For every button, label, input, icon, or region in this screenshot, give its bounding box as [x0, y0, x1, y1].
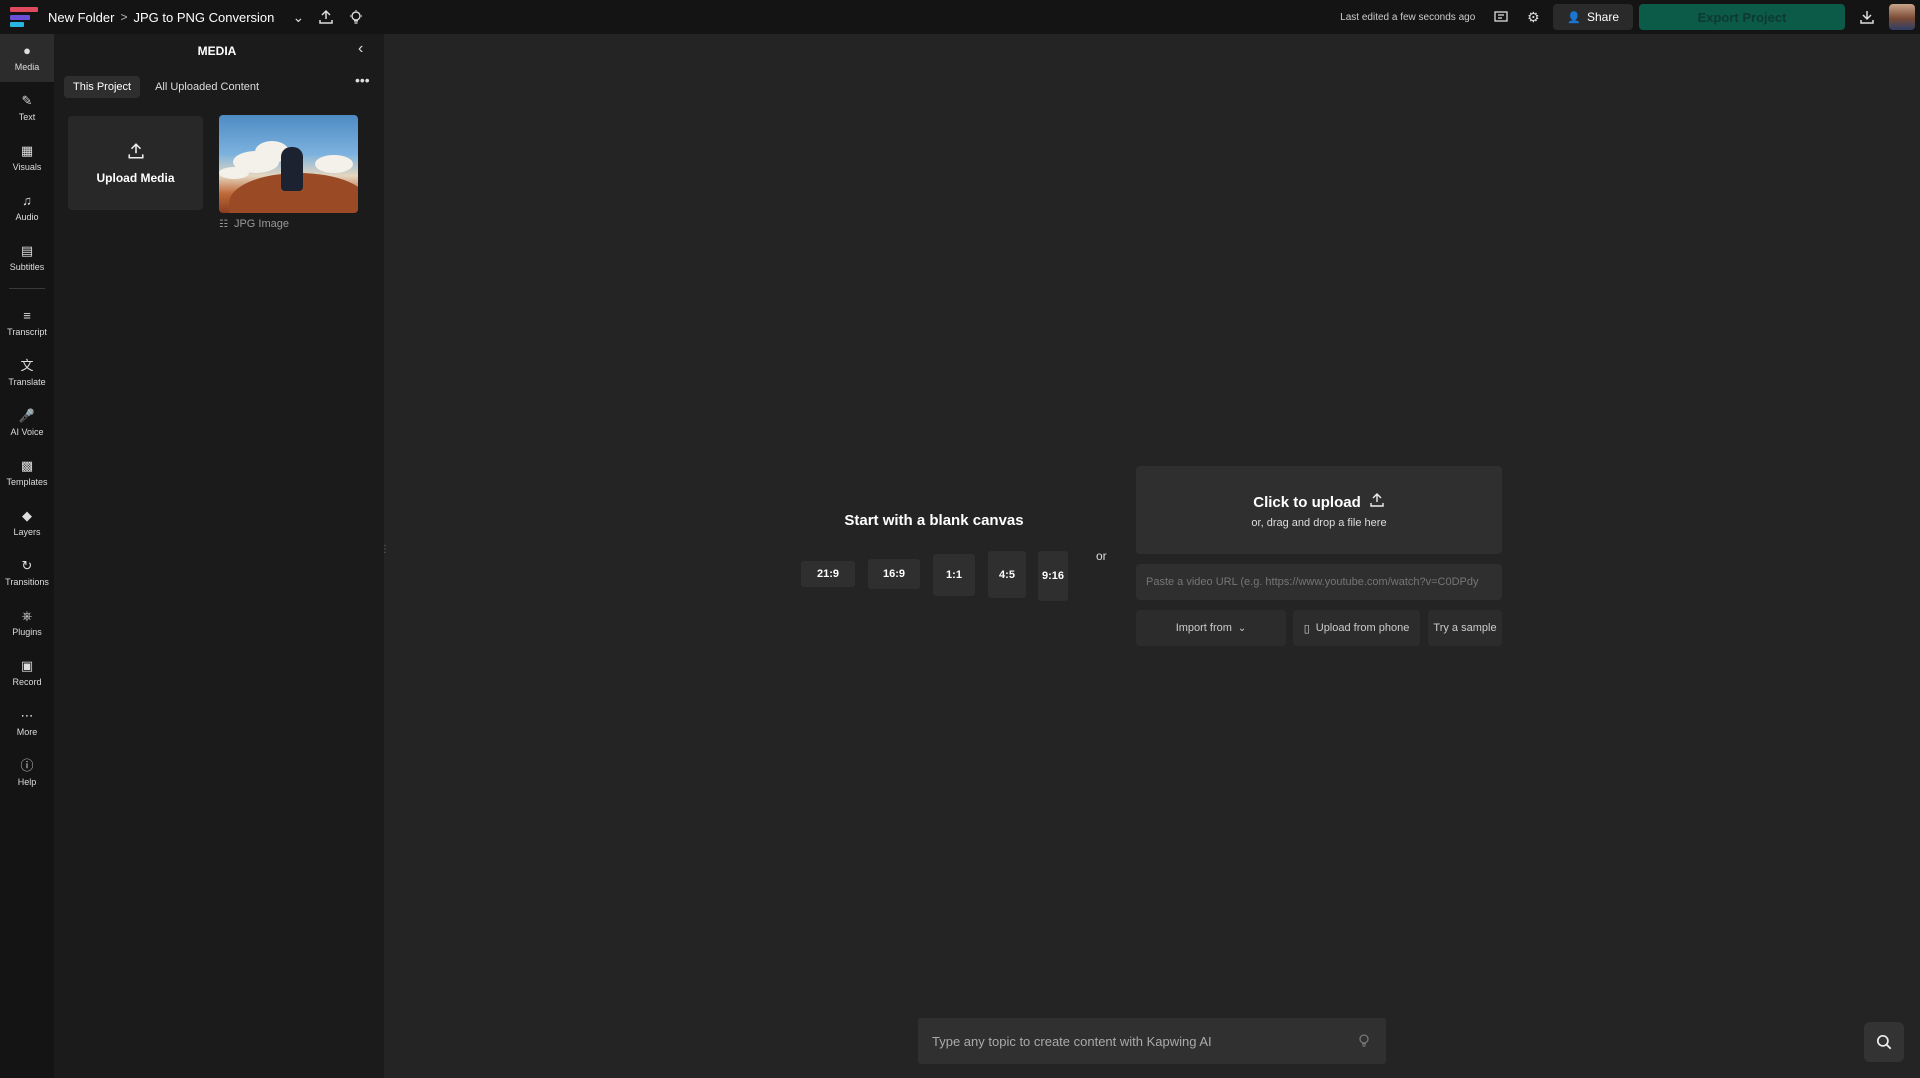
rail-item-record[interactable]: ▣ Record: [0, 649, 54, 697]
lightbulb-icon[interactable]: [344, 5, 368, 29]
text-icon: ✎: [21, 93, 33, 108]
upload-from-phone-label: Upload from phone: [1315, 622, 1410, 634]
file-icon: ☷: [219, 218, 228, 230]
upload-title-row: Click to upload: [1253, 492, 1385, 513]
translate-icon: 文: [20, 358, 34, 373]
media-icon: ●: [23, 43, 31, 58]
share-button[interactable]: 👤 Share: [1553, 4, 1633, 30]
rail-item-subtitles[interactable]: ▤ Subtitles: [0, 234, 54, 282]
transcript-icon: ≡: [23, 308, 31, 323]
upload-media-label: Upload Media: [96, 170, 175, 185]
rail-item-audio[interactable]: ♫ Audio: [0, 184, 54, 232]
subtitles-icon: ▤: [20, 243, 34, 258]
download-icon[interactable]: [1855, 5, 1879, 29]
last-edited-status: Last edited a few seconds ago: [1340, 11, 1476, 23]
ai-voice-icon: 🎤: [18, 408, 36, 423]
rail-item-translate[interactable]: 文 Translate: [0, 349, 54, 397]
upload-icon[interactable]: [314, 5, 338, 29]
chevron-down-icon: ⌄: [1237, 622, 1247, 634]
share-label: Share: [1586, 10, 1619, 24]
media-tabs: This Project All Uploaded Content: [64, 76, 268, 98]
upload-icon: [1369, 492, 1385, 513]
upload-media-button[interactable]: Upload Media: [68, 116, 203, 210]
visuals-icon: ▦: [20, 143, 34, 158]
project-name[interactable]: JPG to PNG Conversion: [133, 10, 274, 25]
panel-title: MEDIA: [197, 44, 237, 58]
breadcrumb-folder[interactable]: New Folder: [48, 10, 114, 25]
rail-item-ai-voice[interactable]: 🎤 AI Voice: [0, 399, 54, 447]
canvas-area: [386, 34, 1920, 1078]
comments-icon[interactable]: [1489, 5, 1513, 29]
media-item-caption: ☷ JPG Image: [219, 218, 289, 230]
user-avatar[interactable]: [1889, 4, 1915, 30]
record-icon: ▣: [20, 658, 34, 673]
collapse-panel-icon[interactable]: ‹: [358, 40, 363, 58]
media-thumbnail[interactable]: [219, 115, 358, 213]
upload-title: Click to upload: [1253, 493, 1361, 511]
upload-icon: [127, 142, 145, 165]
help-icon: ⓘ: [20, 758, 34, 773]
breadcrumb-separator: >: [120, 10, 128, 24]
phone-icon: ▯: [1303, 622, 1310, 635]
media-item-label: JPG Image: [233, 218, 289, 230]
ratio-16-9-button[interactable]: 16:9: [868, 559, 920, 589]
layers-icon: ◆: [22, 508, 32, 523]
lightbulb-icon[interactable]: [1356, 1032, 1372, 1051]
blank-canvas-title: Start with a blank canvas: [844, 512, 1024, 529]
transitions-icon: ↻: [21, 558, 33, 573]
add-person-icon: 👤: [1567, 11, 1581, 24]
rail-item-help[interactable]: ⓘ Help: [0, 749, 54, 797]
ratio-1-1-button[interactable]: 1:1: [933, 554, 975, 596]
rail-item-more[interactable]: ⋯ More: [0, 699, 54, 747]
rail-item-plugins[interactable]: ⎈ Plugins: [0, 599, 54, 647]
ratio-9-16-button[interactable]: 9:16: [1038, 551, 1068, 601]
audio-icon: ♫: [22, 193, 32, 208]
top-bar: New Folder > JPG to PNG Conversion ⌄ Las…: [0, 0, 1920, 34]
or-label: or: [1096, 549, 1107, 563]
video-url-input[interactable]: [1136, 564, 1502, 600]
rail-divider: [9, 288, 45, 289]
panel-resize-handle[interactable]: ⋮: [380, 545, 390, 555]
kapwing-logo-icon[interactable]: [10, 7, 38, 27]
rail-item-templates[interactable]: ▩ Templates: [0, 449, 54, 497]
templates-icon: ▩: [20, 458, 34, 473]
more-icon: ⋯: [20, 708, 34, 723]
rail-item-transcript[interactable]: ≡ Transcript: [0, 299, 54, 347]
try-a-sample-button[interactable]: Try a sample: [1428, 610, 1502, 646]
ai-prompt-placeholder: Type any topic to create content with Ka…: [932, 1033, 1212, 1049]
upload-from-phone-button[interactable]: ▯ Upload from phone: [1293, 610, 1420, 646]
tab-this-project[interactable]: This Project: [64, 76, 141, 98]
plugins-icon: ⎈: [21, 608, 33, 623]
settings-gear-icon[interactable]: ⚙: [1521, 5, 1545, 29]
import-from-dropdown[interactable]: Import from ⌄: [1136, 610, 1286, 646]
upload-subtitle: or, drag and drop a file here: [1251, 516, 1387, 529]
ratio-21-9-button[interactable]: 21:9: [801, 561, 855, 587]
ratio-4-5-button[interactable]: 4:5: [988, 551, 1026, 598]
tab-all-uploaded-content[interactable]: All Uploaded Content: [146, 76, 268, 98]
rail-item-layers[interactable]: ◆ Layers: [0, 499, 54, 547]
export-project-button[interactable]: Export Project: [1639, 4, 1845, 30]
search-icon[interactable]: [1864, 1022, 1904, 1062]
rail-item-transitions[interactable]: ↻ Transitions: [0, 549, 54, 597]
click-to-upload-dropzone[interactable]: Click to upload or, drag and drop a file…: [1136, 466, 1502, 554]
more-options-icon[interactable]: •••: [355, 72, 370, 88]
import-from-label: Import from: [1175, 622, 1232, 634]
media-panel: MEDIA ‹ This Project All Uploaded Conten…: [54, 34, 384, 1078]
chevron-down-icon[interactable]: ⌄: [286, 5, 310, 29]
kapwing-ai-prompt-bar[interactable]: Type any topic to create content with Ka…: [918, 1018, 1386, 1064]
rail-item-text[interactable]: ✎ Text: [0, 84, 54, 132]
left-nav-rail: ● Media ✎ Text ▦ Visuals ♫ Audio ▤ Subti…: [0, 34, 54, 1078]
rail-item-media[interactable]: ● Media: [0, 34, 54, 82]
rail-item-visuals[interactable]: ▦ Visuals: [0, 134, 54, 182]
